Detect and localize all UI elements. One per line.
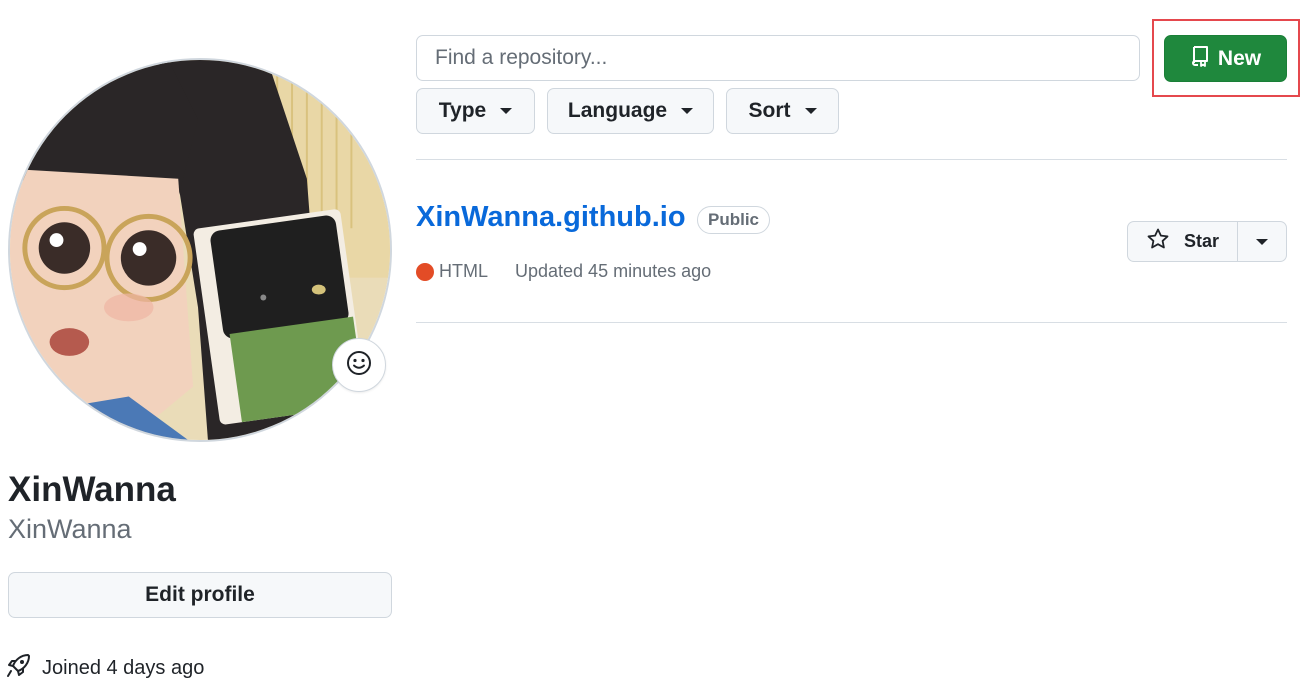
avatar[interactable] [8, 58, 392, 442]
language-color-dot [416, 263, 434, 281]
sort-filter-button[interactable]: Sort [726, 88, 839, 134]
edit-profile-button[interactable]: Edit profile [8, 572, 392, 618]
repository-search-input[interactable] [416, 35, 1140, 81]
new-repository-button[interactable]: New [1164, 35, 1287, 82]
joined-text: Joined 4 days ago [42, 656, 205, 679]
caret-down-icon [500, 108, 513, 114]
rocket-icon [6, 652, 32, 684]
type-filter-button[interactable]: Type [416, 88, 535, 134]
caret-down-icon [681, 108, 694, 114]
joined-info: Joined 4 days ago [6, 652, 204, 684]
star-icon [1146, 227, 1170, 256]
language-filter-label: Language [567, 99, 668, 122]
repo-updated: Updated 45 minutes ago [515, 261, 712, 281]
star-button[interactable]: Star [1128, 222, 1238, 261]
avatar-illustration [10, 60, 390, 440]
smiley-icon [346, 350, 372, 381]
visibility-badge: Public [697, 206, 771, 234]
star-label: Star [1183, 231, 1219, 251]
caret-down-icon [804, 108, 817, 114]
language-filter-button[interactable]: Language [547, 88, 714, 134]
set-status-button[interactable] [332, 338, 386, 392]
new-button-label: New [1217, 46, 1262, 70]
divider [416, 159, 1287, 160]
sort-filter-label: Sort [748, 99, 791, 122]
caret-down-icon [1256, 238, 1268, 245]
type-filter-label: Type [438, 99, 487, 122]
star-button-group: Star [1127, 221, 1287, 262]
repo-language: HTML [439, 261, 488, 281]
star-lists-dropdown[interactable] [1238, 222, 1286, 261]
repo-name-link[interactable]: XinWanna.github.io [416, 201, 686, 234]
profile-fullname: XinWanna [8, 470, 176, 509]
repo-icon [1190, 45, 1210, 73]
divider [416, 322, 1287, 323]
profile-username: XinWanna [8, 514, 132, 544]
